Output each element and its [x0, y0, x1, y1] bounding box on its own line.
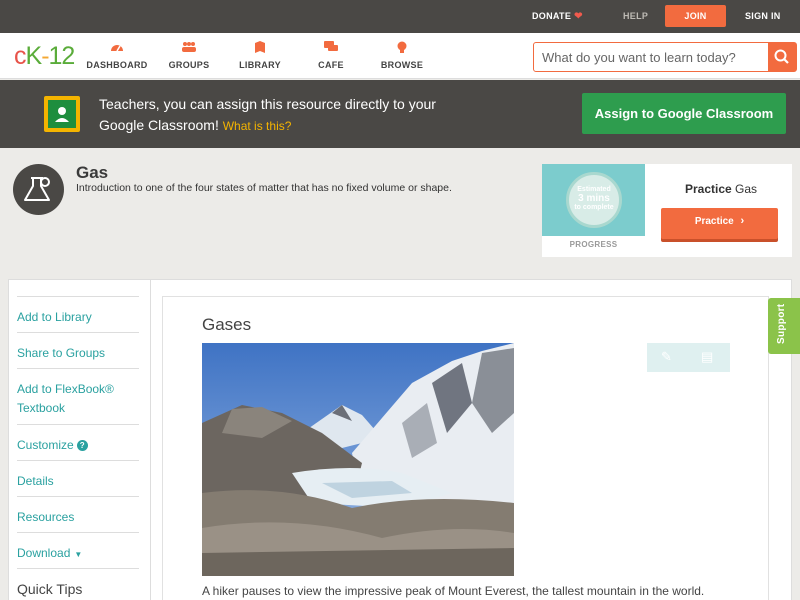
practice-title-topic: Gas — [735, 182, 758, 196]
logo-c: c — [14, 42, 26, 70]
nav-groups[interactable]: GROUPS — [154, 41, 224, 70]
chevron-right-icon: › — [740, 215, 745, 227]
support-label: Support — [776, 303, 787, 344]
content-title: Gases — [202, 315, 252, 334]
sidebar-item-download[interactable]: Download ▼ — [17, 532, 139, 564]
practice-button-label: Practice — [694, 216, 734, 227]
search-icon — [774, 49, 789, 64]
practice-button[interactable]: Practice › — [661, 208, 778, 239]
download-label: Download — [17, 546, 71, 560]
assign-google-classroom-button[interactable]: Assign to Google Classroom — [582, 93, 786, 134]
annotation-tools: ✎ ▤ — [647, 343, 730, 372]
sidebar-item-details[interactable]: Details — [17, 460, 139, 491]
concept-title: Gas — [76, 163, 109, 182]
mount-everest-image — [202, 343, 514, 576]
library-icon — [225, 41, 295, 57]
caret-down-icon: ▼ — [74, 550, 83, 559]
logo-12: 12 — [48, 42, 76, 70]
what-is-this-link[interactable]: What is this? — [223, 119, 292, 133]
sidebar: Add to Library Share to Groups Add to Fl… — [9, 280, 149, 600]
nav-cafe[interactable]: CAFE — [296, 41, 366, 70]
to-complete-label: to complete — [574, 204, 614, 211]
sidebar-item-resources[interactable]: Resources — [17, 496, 139, 527]
pencil-icon[interactable]: ✎ — [661, 349, 672, 365]
concept-icon — [13, 164, 64, 215]
nav-library-label: LIBRARY — [239, 60, 281, 70]
main-nav: cK-12 DASHBOARD GROUPS LIBRARY CAFE BROW… — [0, 33, 800, 79]
ck12-logo[interactable]: cK-12 — [14, 42, 76, 70]
nav-cafe-label: CAFE — [318, 60, 344, 70]
practice-title: Practice Gas — [650, 182, 792, 196]
nav-browse[interactable]: BROWSE — [367, 41, 437, 70]
nav-library[interactable]: LIBRARY — [225, 41, 295, 70]
logo-dash: - — [41, 42, 49, 70]
cafe-icon — [296, 41, 366, 57]
nav-groups-label: GROUPS — [168, 60, 210, 70]
support-tab[interactable]: Support — [768, 298, 800, 354]
concept-description: Introduction to one of the four states o… — [76, 182, 452, 194]
progress-label: PROGRESS — [569, 240, 618, 249]
sign-in-link[interactable]: SIGN IN — [745, 0, 781, 33]
notes-icon[interactable]: ▤ — [701, 349, 713, 365]
customize-label: Customize — [17, 438, 74, 452]
search-box — [533, 42, 797, 72]
search-input[interactable] — [534, 43, 768, 71]
sidebar-item-share-to-groups[interactable]: Share to Groups — [17, 332, 139, 363]
sidebar-divider — [150, 280, 151, 600]
dashboard-icon — [82, 41, 152, 57]
logo-k: K — [25, 42, 43, 70]
help-icon[interactable]: ? — [76, 440, 88, 451]
progress-ring: Estimated 3 mins to complete — [566, 172, 622, 228]
groups-icon — [154, 41, 224, 57]
image-caption: A hiker pauses to view the impressive pe… — [202, 584, 705, 598]
donate-link[interactable]: DONATE ❤ — [532, 0, 583, 33]
quick-tips-heading: Quick Tips — [17, 568, 139, 599]
top-bar: DONATE ❤ HELP JOIN SIGN IN — [0, 0, 800, 33]
donate-label: DONATE — [532, 11, 572, 21]
sidebar-item-customize[interactable]: Customize? — [17, 424, 139, 455]
practice-title-bold: Practice — [684, 182, 732, 196]
google-classroom-icon — [44, 96, 80, 132]
flask-icon — [24, 177, 50, 201]
help-link[interactable]: HELP — [623, 0, 648, 33]
nav-dashboard-label: DASHBOARD — [86, 60, 148, 70]
practice-progress-art: Estimated 3 mins to complete — [542, 164, 645, 236]
estimated-mins: 3 mins — [578, 193, 610, 204]
practice-card: Estimated 3 mins to complete PROGRESS Pr… — [542, 164, 792, 257]
nav-browse-label: BROWSE — [380, 60, 424, 70]
nav-dashboard[interactable]: DASHBOARD — [82, 41, 152, 70]
join-button[interactable]: JOIN — [665, 5, 726, 27]
sidebar-item-add-to-flexbook[interactable]: Add to FlexBook® Textbook — [17, 368, 139, 418]
estimated-time: Estimated 3 mins to complete — [571, 185, 617, 212]
sidebar-item-add-to-library[interactable]: Add to Library — [17, 296, 139, 327]
heart-icon: ❤ — [574, 11, 583, 22]
search-button[interactable] — [768, 43, 796, 71]
banner-text: Teachers, you can assign this resource d… — [99, 94, 479, 137]
browse-icon — [367, 41, 437, 57]
